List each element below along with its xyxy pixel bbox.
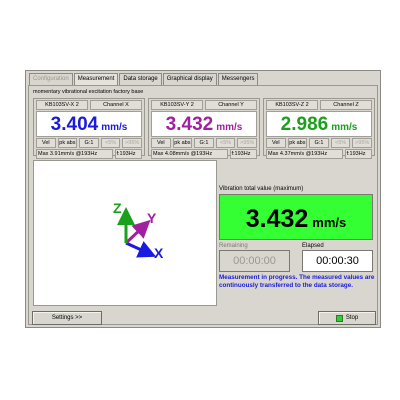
total-value-display: 3.432 mm/s — [219, 194, 373, 240]
gain-label: G:1 — [194, 138, 214, 148]
settings-button[interactable]: Settings >> — [32, 311, 102, 325]
x-axis-label: X — [154, 245, 164, 261]
channel-y-card: KB103SV-Y 2 Channel Y 3.432 mm/s Vel pk … — [148, 98, 260, 159]
peak-label: pk abs — [172, 138, 193, 148]
mode-label: Vel — [36, 138, 56, 148]
stop-indicator-icon — [335, 314, 343, 322]
channel-value-display: 3.432 mm/s — [151, 111, 257, 137]
channel-value-display: 3.404 mm/s — [36, 111, 142, 137]
gain-label: G:1 — [309, 138, 329, 148]
limit-high-label: >95% — [122, 138, 142, 148]
y-axis-arrow — [124, 219, 151, 245]
freq-label: f:193Hz — [344, 149, 372, 159]
freq-label: f:193Hz — [229, 149, 257, 159]
panel-subtitle: momentary vibrational excitation factory… — [33, 89, 144, 95]
channel-value: 3.404 — [50, 114, 99, 135]
max-label: Max 3.91mm/s @193Hz — [36, 149, 113, 159]
total-unit: mm/s — [312, 215, 347, 230]
z-axis-label: Z — [113, 200, 122, 216]
total-value-label: Vibration total value (maximum) — [219, 186, 304, 192]
axes-diagram: X Y Z — [113, 200, 164, 261]
remaining-label: Remaining — [219, 243, 248, 249]
measurement-panel: momentary vibrational excitation factory… — [28, 85, 378, 325]
channel-unit: mm/s — [216, 122, 243, 133]
mode-label: Vel — [151, 138, 171, 148]
freq-label: f:193Hz — [114, 149, 142, 159]
peak-label: pk abs — [287, 138, 308, 148]
max-label: Max 4.37mm/s @193Hz — [266, 149, 343, 159]
channel-value: 2.986 — [280, 114, 329, 135]
status-message: Measurement in progress. The measured va… — [219, 274, 375, 289]
limit-low-label: <5% — [330, 138, 351, 148]
elapsed-time: 00:00:30 — [302, 250, 373, 272]
sensor-label: KB103SV-Z 2 — [266, 100, 318, 110]
tab-graphical-display[interactable]: Graphical display — [162, 73, 217, 85]
axes-plot: X Y Z — [33, 160, 217, 306]
channel-z-card: KB103SV-Z 2 Channel Z 2.986 mm/s Vel pk … — [263, 98, 375, 159]
channel-label: Channel X — [90, 100, 142, 110]
max-label: Max 4.08mm/s @193Hz — [151, 149, 228, 159]
channel-label: Channel Y — [205, 100, 257, 110]
limit-high-label: >95% — [237, 138, 257, 148]
channel-value-display: 2.986 mm/s — [266, 111, 372, 137]
channel-label: Channel Z — [320, 100, 372, 110]
channel-x-card: KB103SV-X 2 Channel X 3.404 mm/s Vel pk … — [33, 98, 145, 159]
settings-button-label: Settings >> — [51, 315, 83, 321]
stop-button[interactable]: Stop — [318, 311, 376, 325]
remaining-time: 00:00:00 — [219, 250, 290, 272]
tab-data-storage[interactable]: Data storage — [119, 73, 162, 85]
tab-measurement[interactable]: Measurement — [73, 73, 119, 85]
sensor-label: KB103SV-X 2 — [36, 100, 88, 110]
x-axis-arrow — [125, 241, 157, 258]
limit-low-label: <5% — [100, 138, 121, 148]
peak-label: pk abs — [57, 138, 78, 148]
limit-low-label: <5% — [215, 138, 236, 148]
channel-unit: mm/s — [101, 122, 128, 133]
total-value: 3.432 — [245, 205, 309, 233]
stop-button-label: Stop — [345, 315, 359, 321]
y-axis-label: Y — [147, 210, 157, 226]
main-window: Configuration Measurement Data storage G… — [25, 70, 381, 328]
sensor-label: KB103SV-Y 2 — [151, 100, 203, 110]
elapsed-label: Elapsed — [302, 243, 324, 249]
gain-label: G:1 — [79, 138, 99, 148]
tab-messengers[interactable]: Messengers — [217, 73, 259, 85]
channel-value: 3.432 — [165, 114, 214, 135]
channel-unit: mm/s — [331, 122, 358, 133]
mode-label: Vel — [266, 138, 286, 148]
limit-high-label: >95% — [352, 138, 372, 148]
tab-configuration[interactable]: Configuration — [29, 73, 73, 85]
tab-bar: Configuration Measurement Data storage G… — [29, 73, 259, 85]
